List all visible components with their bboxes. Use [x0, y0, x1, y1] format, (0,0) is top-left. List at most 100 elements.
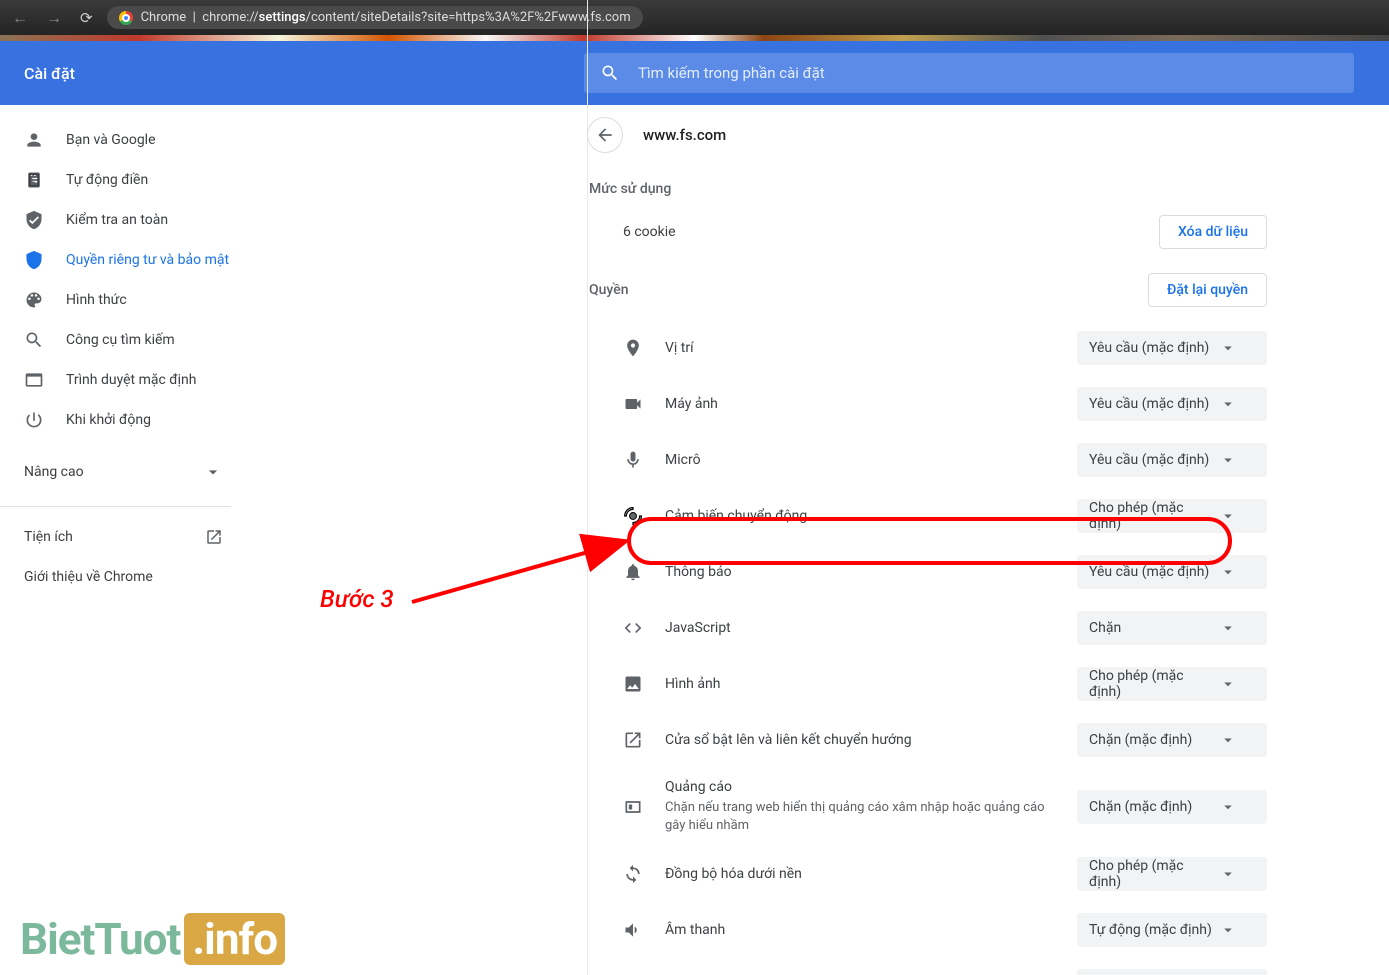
arrow-left-icon — [595, 125, 615, 145]
motion-icon — [623, 506, 643, 526]
permission-row-popup: Cửa sổ bật lên và liên kết chuyển hướng C… — [587, 717, 1267, 763]
back-button[interactable] — [587, 117, 623, 153]
chevron-down-icon — [1219, 395, 1237, 413]
permission-select[interactable]: Yêu cầu (mặc định) — [1077, 969, 1267, 975]
browser-icon — [24, 370, 44, 390]
permission-select[interactable]: Chặn (mặc định) — [1077, 723, 1267, 757]
permission-select[interactable]: Chặn (mặc định) — [1077, 790, 1267, 824]
address-bar[interactable]: Chrome | chrome://settings/content/siteD… — [107, 6, 643, 29]
code-icon — [623, 618, 643, 638]
chevron-down-icon — [1219, 507, 1237, 525]
permission-value: Yêu cầu (mặc định) — [1089, 564, 1209, 580]
permission-value: Chặn (mặc định) — [1089, 732, 1192, 748]
permission-row-location: Vị trí Yêu cầu (mặc định) — [587, 325, 1267, 371]
person-icon — [24, 130, 44, 150]
chevron-down-icon — [1219, 619, 1237, 637]
sidebar-advanced[interactable]: Nâng cao — [0, 448, 247, 496]
chevron-down-icon — [1219, 675, 1237, 693]
search-icon — [600, 63, 620, 83]
permission-select[interactable]: Cho phép (mặc định) — [1077, 499, 1267, 533]
permissions-section-label: Quyền — [589, 282, 629, 298]
sidebar-about-label: Giới thiệu về Chrome — [24, 569, 153, 585]
permission-row-sync: Đồng bộ hóa dưới nền Cho phép (mặc định) — [587, 851, 1267, 897]
palette-icon — [24, 290, 44, 310]
sidebar-extensions-label: Tiện ích — [24, 529, 73, 545]
reload-icon[interactable]: ⟳ — [76, 5, 97, 31]
permission-row-download: Tự động tải xuốngYêu cầu (mặc định) — [587, 963, 1267, 975]
permission-select[interactable]: Yêu cầu (mặc định) — [1077, 331, 1267, 365]
permission-select[interactable]: Yêu cầu (mặc định) — [1077, 387, 1267, 421]
permission-row-code: JavaScript Chặn — [587, 605, 1267, 651]
chevron-down-icon — [1219, 339, 1237, 357]
reset-permissions-button[interactable]: Đặt lại quyền — [1148, 273, 1267, 307]
permission-select[interactable]: Cho phép (mặc định) — [1077, 667, 1267, 701]
chevron-down-icon — [1219, 451, 1237, 469]
sidebar-item-label: Công cụ tìm kiếm — [66, 332, 175, 348]
sidebar-item-palette[interactable]: Hình thức — [0, 280, 247, 320]
sidebar-extensions[interactable]: Tiện ích — [0, 517, 247, 557]
cookie-count[interactable]: 6 cookie — [623, 224, 676, 240]
clear-data-button[interactable]: Xóa dữ liệu — [1159, 215, 1267, 249]
permission-sublabel: Chặn nếu trang web hiển thị quảng cáo xâ… — [665, 799, 1055, 835]
shield-check-icon — [24, 210, 44, 230]
permission-label: Vị trí — [665, 340, 1055, 356]
sidebar-advanced-label: Nâng cao — [24, 464, 84, 480]
search-icon — [24, 330, 44, 350]
permission-label: Đồng bộ hóa dưới nền — [665, 866, 1055, 882]
autofill-icon — [24, 170, 44, 190]
permission-value: Yêu cầu (mặc định) — [1089, 340, 1209, 356]
sidebar-item-person[interactable]: Bạn và Google — [0, 120, 247, 160]
forward-arrow-icon[interactable]: → — [42, 4, 66, 32]
popup-icon — [623, 730, 643, 750]
permission-select[interactable]: Yêu cầu (mặc định) — [1077, 443, 1267, 477]
sidebar-item-label: Tự động điền — [66, 172, 148, 188]
permission-row-camera: Máy ảnh Yêu cầu (mặc định) — [587, 381, 1267, 427]
permission-label: Âm thanh — [665, 922, 1055, 938]
permission-value: Chặn (mặc định) — [1089, 799, 1192, 815]
usage-section-label: Mức sử dụng — [589, 181, 1267, 197]
sidebar-item-shield[interactable]: Quyền riêng tư và bảo mật — [0, 240, 247, 280]
watermark: BietTuot.info — [20, 913, 285, 965]
sidebar-item-label: Trình duyệt mặc định — [66, 372, 197, 388]
permission-label: Thông báo — [665, 564, 1055, 580]
divider — [0, 506, 231, 507]
permission-row-ads: Quảng cáoChặn nếu trang web hiển thị quả… — [587, 773, 1267, 841]
shield-icon — [24, 250, 44, 270]
sidebar-item-label: Bạn và Google — [66, 132, 156, 148]
permission-value: Cho phép (mặc định) — [1089, 858, 1219, 890]
url-text: Chrome | chrome://settings/content/siteD… — [141, 10, 631, 25]
permission-label: Cửa sổ bật lên và liên kết chuyển hướng — [665, 732, 1055, 748]
sidebar-item-label: Quyền riêng tư và bảo mật — [66, 252, 229, 268]
site-hostname: www.fs.com — [643, 126, 726, 144]
power-icon — [24, 410, 44, 430]
chevron-down-icon — [203, 462, 223, 482]
permission-label: JavaScript — [665, 620, 1055, 636]
sidebar-item-shield-check[interactable]: Kiểm tra an toàn — [0, 200, 247, 240]
permission-value: Tự động (mặc định) — [1089, 922, 1212, 938]
permission-label: Cảm biến chuyển động — [665, 508, 1055, 524]
sidebar-item-label: Khi khởi động — [66, 412, 151, 428]
permission-select[interactable]: Tự động (mặc định) — [1077, 913, 1267, 947]
sidebar-about[interactable]: Giới thiệu về Chrome — [0, 557, 247, 597]
back-arrow-icon[interactable]: ← — [8, 4, 32, 32]
settings-sidebar: Bạn và Google Tự động điền Kiểm tra an toà… — [0, 105, 255, 975]
ads-icon — [623, 797, 643, 817]
permission-select[interactable]: Cho phép (mặc định) — [1077, 857, 1267, 891]
bell-icon — [623, 562, 643, 582]
sidebar-item-power[interactable]: Khi khởi động — [0, 400, 247, 440]
permission-value: Chặn — [1089, 620, 1121, 636]
sidebar-item-autofill[interactable]: Tự động điền — [0, 160, 247, 200]
permission-select[interactable]: Yêu cầu (mặc định) — [1077, 555, 1267, 589]
permission-value: Yêu cầu (mặc định) — [1089, 396, 1209, 412]
permission-label: Máy ảnh — [665, 396, 1055, 412]
permission-row-image: Hình ảnh Cho phép (mặc định) — [587, 661, 1267, 707]
permission-label: Hình ảnh — [665, 676, 1055, 692]
settings-search[interactable] — [584, 53, 1354, 93]
search-input[interactable] — [638, 64, 1338, 82]
chevron-down-icon — [1219, 563, 1237, 581]
permission-row-mic: MicrôYêu cầu (mặc định) — [587, 437, 1267, 483]
sidebar-item-browser[interactable]: Trình duyệt mặc định — [0, 360, 247, 400]
sidebar-item-search[interactable]: Công cụ tìm kiếm — [0, 320, 247, 360]
sound-icon — [623, 920, 643, 940]
permission-select[interactable]: Chặn — [1077, 611, 1267, 645]
